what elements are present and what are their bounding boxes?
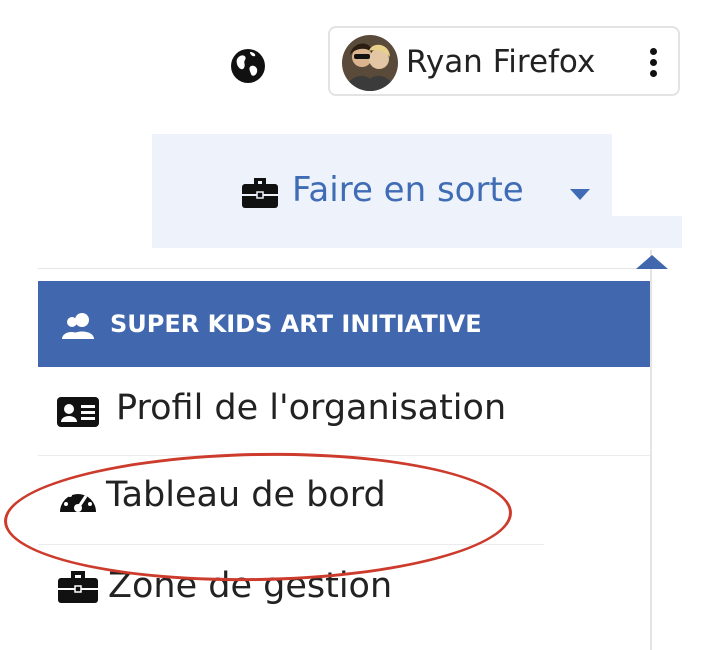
user-menu-button[interactable]: Ryan Firefox: [328, 26, 680, 96]
briefcase-icon: [240, 176, 280, 210]
user-group-icon: [62, 311, 96, 341]
organization-name: SUPER KIDS ART INITIATIVE: [110, 310, 482, 338]
user-name: Ryan Firefox: [406, 44, 596, 80]
avatar: [342, 35, 398, 91]
id-card-icon: [56, 394, 100, 430]
globe-icon[interactable]: [228, 46, 268, 86]
menu-item-label: Profil de l'organisation: [116, 388, 507, 428]
briefcase-icon: [56, 569, 100, 605]
caret-down-icon[interactable]: [570, 186, 590, 200]
menu-item-profil-organisation[interactable]: Profil de l'organisation: [38, 367, 650, 455]
tab-faire-en-sorte[interactable]: Faire en sorte: [152, 134, 612, 216]
tab-label: Faire en sorte: [292, 170, 524, 210]
divider: [38, 268, 650, 269]
organization-header[interactable]: SUPER KIDS ART INITIATIVE: [38, 281, 650, 367]
tab-extension: [152, 216, 682, 248]
kebab-menu-icon[interactable]: [648, 48, 658, 78]
dropdown-arrow-icon: [636, 254, 668, 269]
